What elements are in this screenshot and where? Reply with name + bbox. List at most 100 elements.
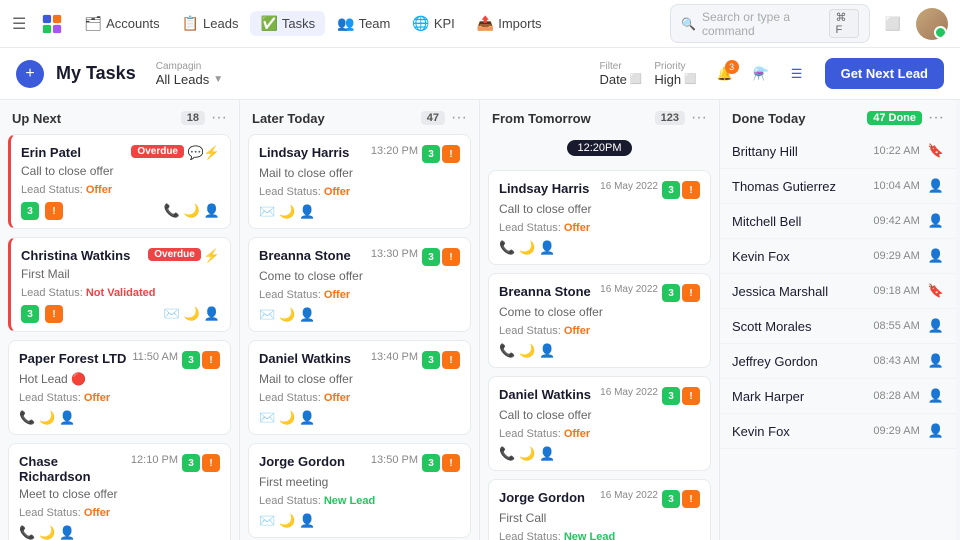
card-status: Lead Status: New Lead xyxy=(259,495,460,507)
moon-icon[interactable]: 🌙 xyxy=(519,240,535,256)
card-daniel-watkins-ft[interactable]: Daniel Watkins 16 May 2022 3 ! Call to c… xyxy=(488,376,711,471)
nav-kpi[interactable]: 🌐 KPI xyxy=(402,11,464,36)
done-item-scott-morales[interactable]: Scott Morales 08:55 AM 👤 xyxy=(720,309,956,344)
col-more-later-today[interactable]: ··· xyxy=(451,110,467,126)
card-badge-green: 3 xyxy=(422,248,440,266)
phone-icon[interactable]: 📞 xyxy=(499,343,515,359)
col-title-up-next: Up Next xyxy=(12,111,175,126)
user-icon[interactable]: 👤 xyxy=(928,423,944,439)
user-icon[interactable]: 👤 xyxy=(204,306,220,322)
user-icon[interactable]: 👤 xyxy=(59,525,75,540)
nav-accounts[interactable]: 🗂 Accounts xyxy=(74,11,169,36)
moon-icon[interactable]: 🌙 xyxy=(279,410,295,426)
user-icon[interactable]: 👤 xyxy=(539,343,555,359)
card-lindsay-harris-ft[interactable]: Lindsay Harris 16 May 2022 3 ! Call to c… xyxy=(488,170,711,265)
moon-icon[interactable]: 🌙 xyxy=(519,343,535,359)
moon-icon[interactable]: 🌙 xyxy=(279,513,295,529)
card-lindsay-harris-lt[interactable]: Lindsay Harris 13:20 PM 3 ! Mail to clos… xyxy=(248,134,471,229)
user-icon[interactable]: 👤 xyxy=(299,410,315,426)
col-more-up-next[interactable]: ··· xyxy=(211,110,227,126)
user-icon[interactable]: 👤 xyxy=(539,446,555,462)
user-icon[interactable]: 👤 xyxy=(928,318,944,334)
nav-team[interactable]: 👥 Team xyxy=(327,11,400,36)
msg-icon: 💬 xyxy=(188,145,204,161)
get-next-lead-button[interactable]: Get Next Lead xyxy=(825,58,944,89)
card-footer: ✉️ 🌙 👤 xyxy=(259,307,460,323)
avatar[interactable] xyxy=(916,8,948,40)
logo[interactable] xyxy=(38,10,66,38)
col-count-later-today: 47 xyxy=(421,111,445,125)
user-icon[interactable]: 👤 xyxy=(928,178,944,194)
nav-imports-label: Imports xyxy=(498,16,541,31)
nav-imports[interactable]: 📤 Imports xyxy=(467,11,552,36)
col-more-done-today[interactable]: ··· xyxy=(928,110,944,126)
moon-icon[interactable]: 🌙 xyxy=(519,446,535,462)
user-icon[interactable]: 👤 xyxy=(59,410,75,426)
moon-icon[interactable]: 🌙 xyxy=(184,203,200,219)
card-jorge-gordon-lt[interactable]: Jorge Gordon 13:50 PM 3 ! First meeting … xyxy=(248,443,471,538)
card-footer: 3 ! ✉️ 🌙 👤 xyxy=(21,305,220,323)
email-icon[interactable]: ✉️ xyxy=(163,306,179,322)
monitor-icon[interactable]: ⬜ xyxy=(878,9,908,39)
moon-icon[interactable]: 🌙 xyxy=(279,307,295,323)
col-more-from-tomorrow[interactable]: ··· xyxy=(691,110,707,126)
nav-leads[interactable]: 📋 Leads xyxy=(172,11,249,36)
done-item-kevin-fox-2[interactable]: Kevin Fox 09:29 AM 👤 xyxy=(720,414,956,449)
campaign-filter[interactable]: Campagin All Leads ▼ xyxy=(156,61,223,87)
done-item-jessica-marshall[interactable]: Jessica Marshall 09:18 AM 🔖 xyxy=(720,274,956,309)
phone-icon[interactable]: 📞 xyxy=(499,240,515,256)
moon-icon[interactable]: 🌙 xyxy=(39,410,55,426)
moon-icon[interactable]: 🌙 xyxy=(39,525,55,540)
card-footer: ✉️ 🌙 👤 xyxy=(259,513,460,529)
done-item-thomas-gutierrez[interactable]: Thomas Gutierrez 10:04 AM 👤 xyxy=(720,169,956,204)
email-icon[interactable]: ✉️ xyxy=(259,410,275,426)
bookmark-icon[interactable]: 🔖 xyxy=(928,283,944,299)
user-icon[interactable]: 👤 xyxy=(539,240,555,256)
email-icon[interactable]: ✉️ xyxy=(259,307,275,323)
overdue-badge: Overdue xyxy=(148,248,201,261)
moon-icon[interactable]: 🌙 xyxy=(184,306,200,322)
done-item-jeffrey-gordon[interactable]: Jeffrey Gordon 08:43 AM 👤 xyxy=(720,344,956,379)
phone-icon[interactable]: 📞 xyxy=(499,446,515,462)
hamburger-icon[interactable]: ☰ xyxy=(12,14,26,34)
moon-icon[interactable]: 🌙 xyxy=(279,204,295,220)
user-icon[interactable]: 👤 xyxy=(928,388,944,404)
notifications-button[interactable]: 🔔 3 xyxy=(709,58,741,90)
date-filter[interactable]: Filter Date ⬜ xyxy=(599,61,642,87)
card-breanna-stone-ft[interactable]: Breanna Stone 16 May 2022 3 ! Come to cl… xyxy=(488,273,711,368)
done-item-kevin-fox-1[interactable]: Kevin Fox 09:29 AM 👤 xyxy=(720,239,956,274)
email-icon[interactable]: ✉️ xyxy=(259,204,275,220)
user-icon[interactable]: 👤 xyxy=(928,248,944,264)
user-icon[interactable]: 👤 xyxy=(204,203,220,219)
priority-filter[interactable]: Priority High ⬜ xyxy=(654,61,696,87)
col-body-from-tomorrow: 12:20PM Lindsay Harris 16 May 2022 3 ! C… xyxy=(480,134,719,540)
bookmark-icon[interactable]: 🔖 xyxy=(928,143,944,159)
user-icon[interactable]: 👤 xyxy=(299,513,315,529)
user-icon[interactable]: 👤 xyxy=(299,204,315,220)
card-desc: Come to close offer xyxy=(499,305,700,319)
nav-tasks[interactable]: ✅ Tasks xyxy=(250,11,325,36)
card-breanna-stone-lt[interactable]: Breanna Stone 13:30 PM 3 ! Come to close… xyxy=(248,237,471,332)
card-paper-forest[interactable]: Paper Forest LTD 11:50 AM 3 ! Hot Lead 🔴… xyxy=(8,340,231,435)
user-icon[interactable]: 👤 xyxy=(928,353,944,369)
phone-icon[interactable]: 📞 xyxy=(19,525,35,540)
add-task-button[interactable]: + xyxy=(16,60,44,88)
phone-icon[interactable]: 📞 xyxy=(19,410,35,426)
done-item-brittany-hill[interactable]: Brittany Hill 10:22 AM 🔖 xyxy=(720,134,956,169)
search-bar[interactable]: 🔍 Search or type a command ⌘ F xyxy=(670,4,870,43)
card-jorge-gordon-ft[interactable]: Jorge Gordon 16 May 2022 3 ! First Call … xyxy=(488,479,711,540)
user-icon[interactable]: 👤 xyxy=(928,213,944,229)
phone-icon[interactable]: 📞 xyxy=(163,203,179,219)
user-icon[interactable]: 👤 xyxy=(299,307,315,323)
priority-arrow-icon: ⬜ xyxy=(684,74,696,85)
card-chase-richardson[interactable]: Chase Richardson 12:10 PM 3 ! Meet to cl… xyxy=(8,443,231,540)
filter-icon-button[interactable]: ⚗️ xyxy=(745,58,777,90)
card-erin-patel[interactable]: 12 May 2022 - 10:35AM Erin Patel Overdue… xyxy=(8,134,231,229)
card-christina-watkins[interactable]: Christina Watkins Overdue ⚡ First Mail L… xyxy=(8,237,231,332)
done-item-mitchell-bell[interactable]: Mitchell Bell 09:42 AM 👤 xyxy=(720,204,956,239)
card-footer: 📞 🌙 👤 xyxy=(499,446,700,462)
done-item-mark-harper[interactable]: Mark Harper 08:28 AM 👤 xyxy=(720,379,956,414)
card-daniel-watkins-lt[interactable]: Daniel Watkins 13:40 PM 3 ! Mail to clos… xyxy=(248,340,471,435)
list-view-button[interactable]: ☰ xyxy=(781,58,813,90)
email-icon[interactable]: ✉️ xyxy=(259,513,275,529)
